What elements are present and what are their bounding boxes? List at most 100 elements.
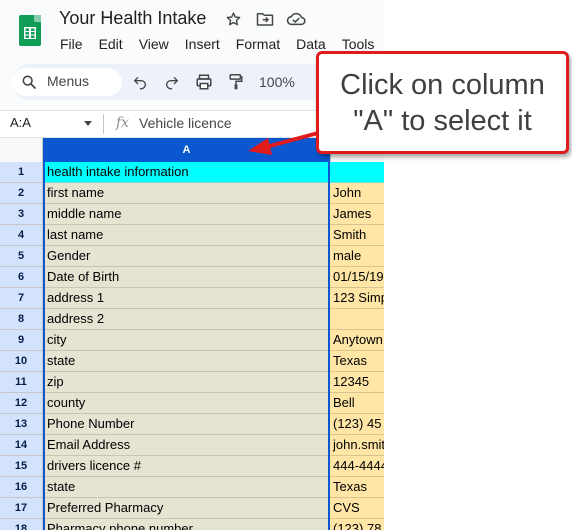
- cell-column-b[interactable]: [330, 162, 384, 183]
- table-row: 1 health intake information: [0, 162, 384, 183]
- undo-icon[interactable]: [130, 72, 150, 92]
- star-icon[interactable]: [223, 9, 243, 29]
- cell-column-a[interactable]: health intake information: [43, 162, 330, 183]
- formula-input[interactable]: Vehicle licence: [139, 115, 232, 131]
- cell-column-b[interactable]: [330, 309, 384, 330]
- row-header[interactable]: 2: [0, 183, 43, 204]
- cell-column-b[interactable]: James: [330, 204, 384, 225]
- callout-text: Click on column "A" to select it: [340, 68, 545, 137]
- table-row: 16 state Texas: [0, 477, 384, 498]
- menu-view[interactable]: View: [131, 35, 177, 53]
- table-row: 10 state Texas: [0, 351, 384, 372]
- cell-column-a[interactable]: city: [43, 330, 330, 351]
- cell-column-b[interactable]: Bell: [330, 393, 384, 414]
- cell-column-b[interactable]: CVS: [330, 498, 384, 519]
- table-row: 3 middle name James: [0, 204, 384, 225]
- redo-icon[interactable]: [162, 72, 182, 92]
- table-row: 14 Email Address john.smit: [0, 435, 384, 456]
- cell-column-b[interactable]: Anytown: [330, 330, 384, 351]
- cell-column-b[interactable]: 12345: [330, 372, 384, 393]
- row-header[interactable]: 9: [0, 330, 43, 351]
- cell-column-a[interactable]: zip: [43, 372, 330, 393]
- table-row: 12 county Bell: [0, 393, 384, 414]
- column-header-a[interactable]: A: [43, 138, 330, 162]
- print-icon[interactable]: [194, 72, 214, 92]
- table-row: 18 Pharmacy phone number (123) 78: [0, 519, 384, 530]
- row-header[interactable]: 12: [0, 393, 43, 414]
- cell-column-b[interactable]: John: [330, 183, 384, 204]
- table-row: 6 Date of Birth 01/15/19: [0, 267, 384, 288]
- cell-column-a[interactable]: last name: [43, 225, 330, 246]
- row-header[interactable]: 11: [0, 372, 43, 393]
- cell-column-a[interactable]: Pharmacy phone number: [43, 519, 330, 530]
- cell-column-a[interactable]: Email Address: [43, 435, 330, 456]
- select-all-corner[interactable]: [0, 138, 43, 162]
- paint-format-icon[interactable]: [226, 72, 246, 92]
- table-row: 9 city Anytown: [0, 330, 384, 351]
- search-menus-label: Menus: [47, 73, 90, 89]
- cell-column-a[interactable]: county: [43, 393, 330, 414]
- cell-column-a[interactable]: Phone Number: [43, 414, 330, 435]
- cell-column-a[interactable]: state: [43, 477, 330, 498]
- row-header[interactable]: 18: [0, 519, 43, 530]
- menu-file[interactable]: File: [52, 35, 91, 53]
- row-header[interactable]: 15: [0, 456, 43, 477]
- cell-column-b[interactable]: male: [330, 246, 384, 267]
- row-header[interactable]: 17: [0, 498, 43, 519]
- move-folder-icon[interactable]: [255, 9, 275, 29]
- row-header[interactable]: 8: [0, 309, 43, 330]
- cell-column-b[interactable]: (123) 45: [330, 414, 384, 435]
- cell-column-a[interactable]: Gender: [43, 246, 330, 267]
- table-row: 2 first name John: [0, 183, 384, 204]
- table-row: 15 drivers licence #444-4444: [0, 456, 384, 477]
- search-icon: [21, 74, 37, 95]
- table-row: 5 Gender male: [0, 246, 384, 267]
- document-title[interactable]: Your Health Intake: [59, 8, 206, 29]
- cell-column-a[interactable]: middle name: [43, 204, 330, 225]
- search-menus-button[interactable]: Menus: [12, 68, 122, 96]
- cell-column-a[interactable]: Date of Birth: [43, 267, 330, 288]
- table-row: 8 address 2: [0, 309, 384, 330]
- table-row: 11 zip 12345: [0, 372, 384, 393]
- sheets-logo-icon[interactable]: [19, 15, 41, 46]
- name-box[interactable]: A:A: [10, 115, 31, 130]
- formula-bar-divider: [103, 114, 104, 134]
- row-header[interactable]: 6: [0, 267, 43, 288]
- cell-column-b[interactable]: Texas: [330, 351, 384, 372]
- row-header[interactable]: 3: [0, 204, 43, 225]
- column-header-a-label: A: [182, 144, 191, 156]
- row-header[interactable]: 4: [0, 225, 43, 246]
- cell-column-a[interactable]: state: [43, 351, 330, 372]
- cell-column-a[interactable]: drivers licence #: [43, 456, 330, 477]
- cell-column-a[interactable]: Preferred Pharmacy: [43, 498, 330, 519]
- menu-edit[interactable]: Edit: [91, 35, 131, 53]
- row-header[interactable]: 13: [0, 414, 43, 435]
- cell-column-a[interactable]: first name: [43, 183, 330, 204]
- function-icon: fx: [116, 115, 130, 131]
- chevron-down-icon[interactable]: [84, 121, 92, 126]
- cell-column-b[interactable]: 444-4444: [330, 456, 384, 477]
- cell-column-b[interactable]: 01/15/19: [330, 267, 384, 288]
- row-header[interactable]: 7: [0, 288, 43, 309]
- instruction-callout: Click on column "A" to select it: [316, 51, 569, 154]
- cell-column-b[interactable]: Smith: [330, 225, 384, 246]
- cell-column-a[interactable]: address 1: [43, 288, 330, 309]
- row-header[interactable]: 14: [0, 435, 43, 456]
- row-header[interactable]: 16: [0, 477, 43, 498]
- cell-column-b[interactable]: Texas: [330, 477, 384, 498]
- table-row: 4 last name Smith: [0, 225, 384, 246]
- row-header[interactable]: 10: [0, 351, 43, 372]
- menu-insert[interactable]: Insert: [177, 35, 228, 53]
- cell-column-b[interactable]: (123) 78: [330, 519, 384, 530]
- row-header[interactable]: 5: [0, 246, 43, 267]
- table-row: 13 Phone Number (123) 45: [0, 414, 384, 435]
- row-header[interactable]: 1: [0, 162, 43, 183]
- cloud-saved-icon[interactable]: [286, 9, 306, 29]
- menu-format[interactable]: Format: [228, 35, 288, 53]
- cell-column-b[interactable]: 123 Simp: [330, 288, 384, 309]
- cell-column-b[interactable]: john.smit: [330, 435, 384, 456]
- table-row: 17 Preferred Pharmacy CVS: [0, 498, 384, 519]
- table-row: 7 address 1 123 Simp: [0, 288, 384, 309]
- cell-column-a[interactable]: address 2: [43, 309, 330, 330]
- zoom-select[interactable]: 100%: [259, 74, 295, 90]
